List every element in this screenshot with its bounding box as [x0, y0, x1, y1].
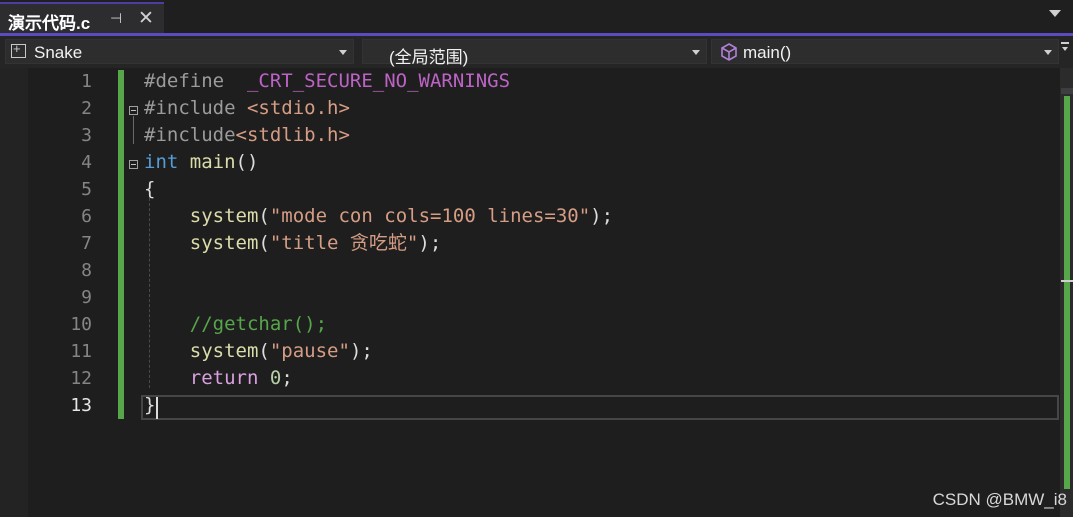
code-token: system [189, 205, 259, 227]
code-token: //getchar(); [189, 313, 328, 335]
project-label: Snake [34, 43, 83, 62]
watermark: CSDN @BMW_i8 [932, 490, 1067, 509]
member-dropdown[interactable]: main() [711, 39, 1059, 64]
line-number: 10 [70, 314, 92, 335]
line-number: 8 [81, 260, 92, 281]
code-line: system("pause"); [144, 338, 373, 365]
code-token: return [189, 367, 259, 389]
line-number: 9 [81, 287, 92, 308]
project-dropdown[interactable]: Snake [5, 39, 354, 64]
close-icon[interactable]: ✕ [138, 7, 154, 30]
code-line: return 0; [144, 365, 293, 392]
code-token: ( [258, 232, 270, 254]
line-number: 6 [81, 206, 92, 227]
chevron-down-icon [339, 50, 347, 55]
chevron-down-icon[interactable] [1049, 10, 1061, 17]
code-token: ); [418, 232, 442, 254]
tab-title: 演示代码.c [8, 14, 91, 33]
code-line: system("mode con cols=100 lines=30"); [144, 203, 613, 230]
code-line: #include <stdio.h> [144, 95, 350, 122]
line-number: 1 [81, 71, 92, 92]
code-line: #include<stdlib.h> [144, 122, 350, 149]
code-token: "title 贪吃蛇" [269, 232, 419, 254]
line-number: 2 [81, 98, 92, 119]
code-token: () [235, 151, 259, 173]
project-icon [11, 41, 26, 58]
line-number: 11 [70, 341, 92, 362]
code-token: main [189, 151, 236, 173]
member-label: main() [743, 43, 792, 62]
cube-icon [721, 43, 737, 61]
code-editor[interactable]: 1 2 3 4 5 6 7 8 9 10 11 12 13 #define _CRT_SECURE_NO… [0, 68, 1073, 517]
code-token: system [189, 340, 259, 362]
code-line: //getchar(); [144, 311, 327, 338]
code-token: #include [144, 124, 236, 146]
fold-toggle-icon[interactable] [129, 106, 138, 115]
fold-toggle-icon[interactable] [129, 160, 138, 169]
line-number: 12 [70, 368, 92, 389]
code-line: #define _CRT_SECURE_NO_WARNINGS [144, 68, 510, 95]
code-token: "pause" [269, 340, 350, 362]
code-token: ( [258, 340, 270, 362]
code-line: system("title 贪吃蛇"); [144, 230, 442, 257]
navigation-bar: Snake (全局范围) main() [0, 36, 1073, 68]
code-token: system [189, 232, 259, 254]
chevron-down-icon [1044, 50, 1052, 55]
chevron-down-icon [692, 50, 700, 55]
code-token: <stdlib.h> [235, 124, 350, 146]
change-tracking-bar [118, 70, 124, 419]
document-tab-strip: 演示代码.c ⊣ ✕ [0, 0, 1073, 33]
code-token: <stdio.h> [246, 97, 350, 119]
scope-dropdown[interactable]: (全局范围) [362, 39, 707, 67]
pin-icon[interactable]: ⊣ [110, 10, 122, 27]
scrollbar-thumb[interactable] [1061, 88, 1073, 94]
code-token: { [144, 178, 156, 200]
text-caret [156, 397, 158, 419]
line-number: 3 [81, 125, 92, 146]
split-window-icon[interactable] [1059, 42, 1071, 52]
code-token: #define [144, 70, 225, 92]
code-token: "mode con cols=100 lines=30" [269, 205, 591, 227]
code-line: { [144, 176, 155, 203]
code-token: int [144, 151, 179, 173]
code-token: ); [590, 205, 614, 227]
fold-line [133, 116, 134, 144]
current-line-highlight [141, 395, 1059, 420]
tab-demo-code[interactable]: 演示代码.c ⊣ ✕ [0, 2, 164, 33]
line-number: 4 [81, 152, 92, 173]
code-token: _CRT_SECURE_NO_WARNINGS [246, 70, 511, 92]
code-token: ); [349, 340, 373, 362]
line-number: 5 [81, 179, 92, 200]
line-number: 13 [70, 395, 92, 416]
code-token: #include [144, 97, 236, 119]
code-token: ; [281, 367, 293, 389]
code-line: } [144, 392, 155, 419]
scrollbar-change-marker [1064, 96, 1070, 489]
scope-label: (全局范围) [389, 48, 469, 67]
code-token: 0 [269, 367, 282, 389]
code-line: int main() [144, 149, 258, 176]
scrollbar-caret-marker [1061, 280, 1073, 282]
glyph-margin [0, 68, 28, 517]
code-token: ( [258, 205, 270, 227]
line-number: 7 [81, 233, 92, 254]
code-token: } [144, 394, 156, 416]
